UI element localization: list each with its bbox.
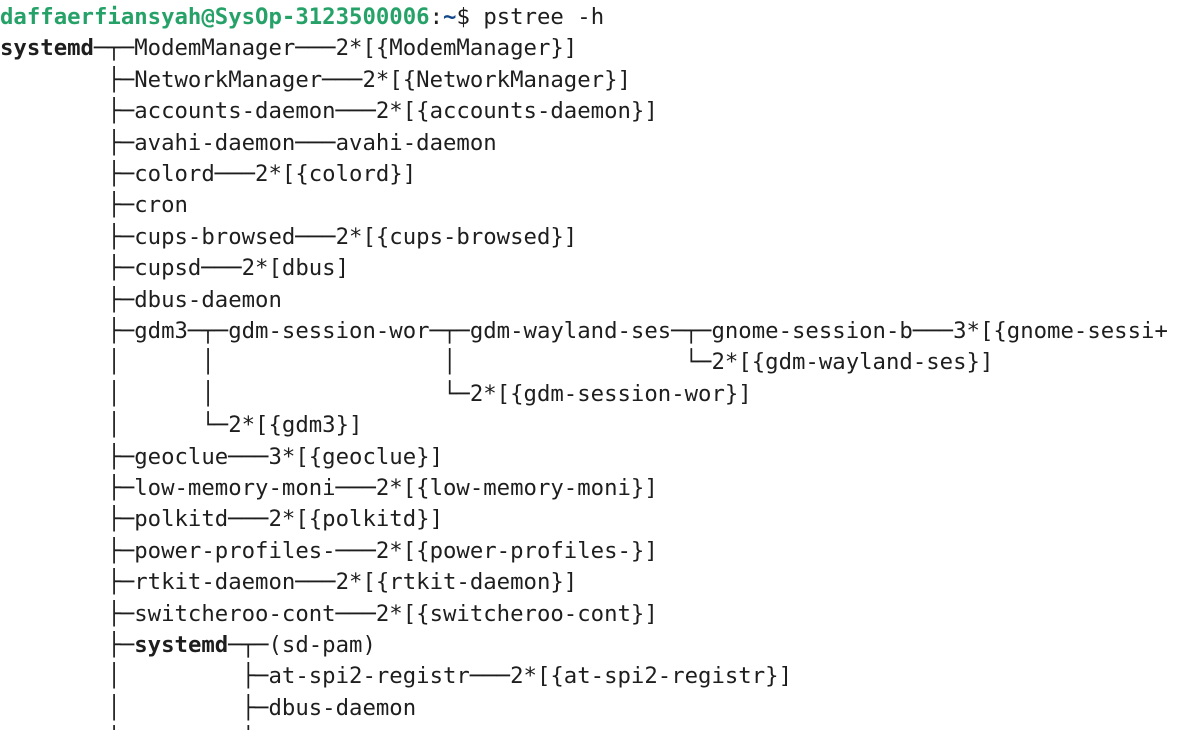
output-line: ├─systemd─┬─(sd-pam) — [0, 632, 376, 658]
output-line: │ │ — [0, 724, 255, 730]
prompt-command: pstree -h — [483, 4, 605, 30]
output-line: │ └─2*[{gdm3}] — [0, 412, 363, 439]
output-line: ├─dbus-daemon — [0, 286, 282, 313]
output-line: ├─NetworkManager───2*[{NetworkManager}] — [0, 66, 631, 93]
output-line: ├─geoclue───3*[{geoclue}] — [0, 443, 443, 470]
output-line: systemd─┬─ModemManager───2*[{ModemManage… — [0, 35, 578, 62]
output-line: ├─accounts-daemon───2*[{accounts-daemon}… — [0, 98, 658, 125]
prompt-path: ~ — [443, 4, 457, 30]
output-line: ├─polkitd───2*[{polkitd}] — [0, 506, 443, 533]
output-line: ├─cupsd───2*[dbus] — [0, 255, 350, 282]
output-line: │ │ │ └─2*[{gdm-wayland-ses}] — [0, 349, 994, 376]
output-line: ├─cups-browsed───2*[{cups-browsed}] — [0, 223, 578, 250]
prompt-line: daffaerfiansyah@SysOp-3123500006:~$ pstr… — [0, 2, 604, 33]
prompt-user-host: daffaerfiansyah@SysOp-3123500006 — [0, 4, 430, 30]
output-line: ├─rtkit-daemon───2*[{rtkit-daemon}] — [0, 569, 578, 596]
output-line: ├─gdm3─┬─gdm-session-wor─┬─gdm-wayland-s… — [0, 318, 1168, 344]
terminal-window[interactable]: daffaerfiansyah@SysOp-3123500006:~$ pstr… — [0, 0, 1178, 730]
process-name-systemd: systemd — [134, 632, 229, 658]
output-line: ├─low-memory-moni───2*[{low-memory-moni}… — [0, 475, 658, 501]
output-line: ├─avahi-daemon───avahi-daemon — [0, 129, 497, 156]
output-line: ├─colord───2*[{colord}] — [0, 161, 417, 187]
prompt-symbol: $ — [456, 4, 484, 30]
output-line: │ ├─dbus-daemon — [0, 694, 417, 721]
output-line: ├─switcheroo-cont───2*[{switcheroo-cont}… — [0, 600, 658, 627]
output-line: │ │ └─2*[{gdm-session-wor}] — [0, 380, 752, 407]
output-line: ├─power-profiles-───2*[{power-profiles-}… — [0, 537, 658, 564]
output-line: ├─cron — [0, 192, 188, 219]
prompt-separator: : — [429, 4, 444, 30]
output-line: │ ├─at-spi2-registr───2*[{at-spi2-regist… — [0, 663, 793, 690]
process-name-systemd: systemd — [0, 35, 94, 62]
